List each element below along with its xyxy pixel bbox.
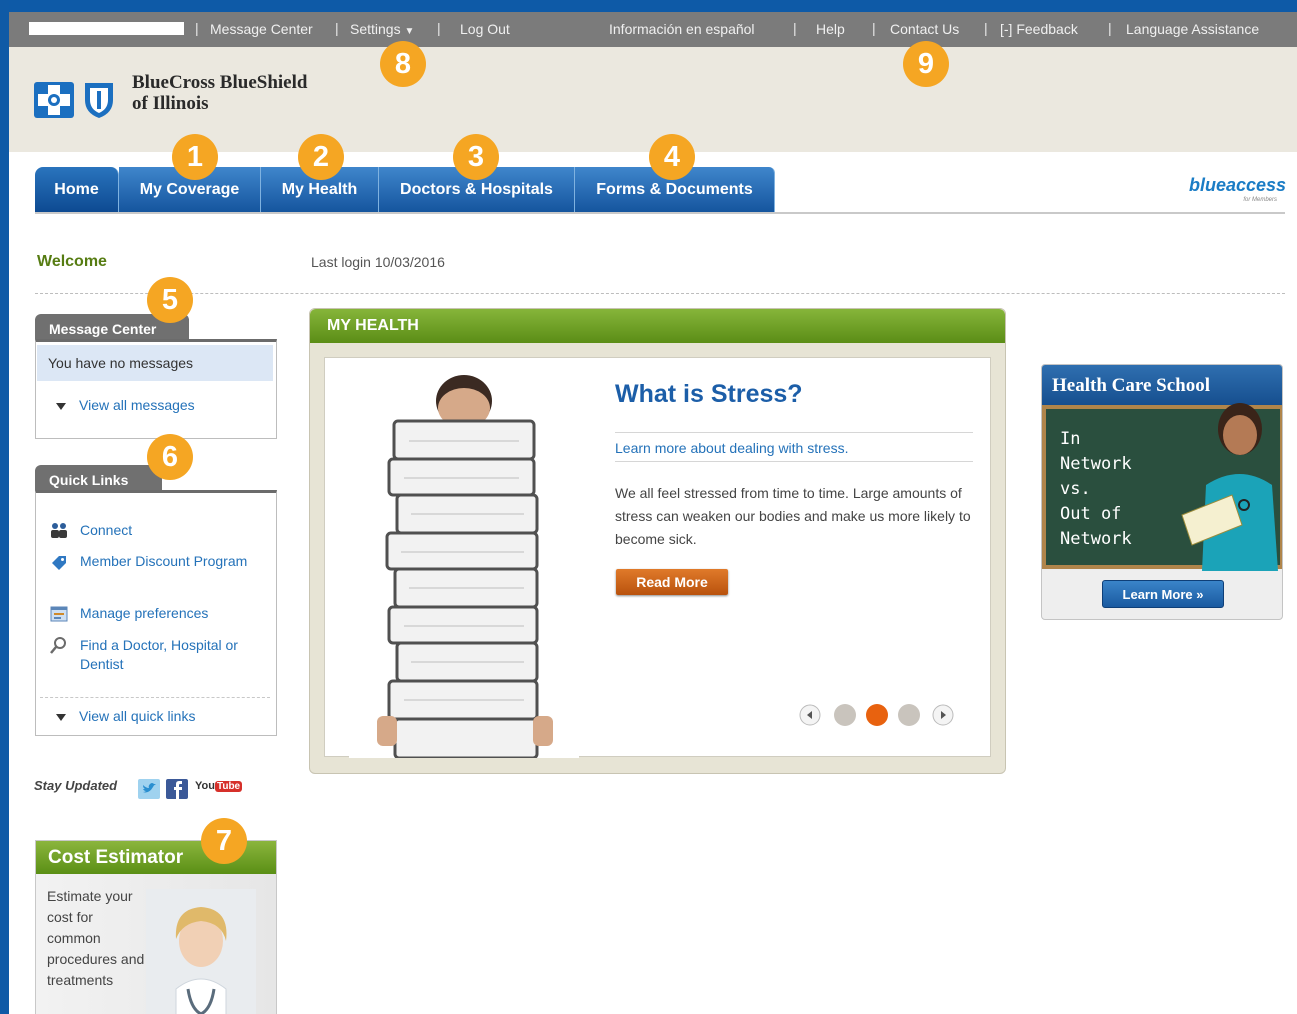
divider [35,293,1285,294]
divider [615,432,973,433]
callout-badge: 8 [380,41,426,87]
quick-link-manage-preferences[interactable]: Manage preferences [80,604,270,623]
carousel-dot[interactable] [834,704,856,726]
carousel-dot-active[interactable] [866,704,888,726]
carousel-next-icon[interactable] [932,704,954,726]
nurse-photo [1181,403,1278,571]
caret-down-icon: ▼ [404,26,415,37]
welcome-heading: Welcome [37,253,107,270]
youtube-icon[interactable]: You Tube [195,780,243,798]
language-assistance-link[interactable]: Language Assistance [1126,21,1259,37]
people-icon [51,523,67,538]
log-out-link[interactable]: Log Out [460,21,510,37]
my-health-carousel: What is Stress? Learn more about dealing… [324,357,991,758]
read-more-button[interactable]: Read More [616,569,728,595]
view-all-quick-links-link[interactable]: View all quick links [56,708,195,724]
utility-bar: | Message Center | Settings ▼ | Log Out … [9,12,1297,47]
callout-badge: 3 [453,134,499,180]
quick-link-member-discount[interactable]: Member Discount Program [80,552,270,571]
divider [40,697,270,698]
cost-estimator-card[interactable]: Cost Estimator Estimate your cost for co… [35,840,277,1014]
page: | Message Center | Settings ▼ | Log Out … [9,12,1297,1014]
cost-estimator-text: Estimate your cost for common procedures… [47,888,145,988]
callout-badge: 9 [903,41,949,87]
blue-cross-logo-icon[interactable] [34,82,74,118]
stay-updated-label: Stay Updated [34,778,118,793]
learn-more-stress-link[interactable]: Learn more about dealing with stress. [615,440,848,456]
callout-badge: 2 [298,134,344,180]
blue-shield-logo-icon[interactable] [82,80,116,120]
carousel-dot[interactable] [898,704,920,726]
quick-link-connect[interactable]: Connect [80,521,270,540]
window-frame [0,0,9,1014]
callout-badge: 5 [147,277,193,323]
quick-links-panel: Connect Member Discount Program Manage p… [35,490,277,736]
tag-icon [52,556,66,570]
callout-badge: 1 [172,134,218,180]
blueaccess-logo: blueaccess for Members [1189,175,1287,203]
chalkboard-text: In Network vs. Out of Network [1060,429,1132,549]
tab-home[interactable]: Home [35,167,119,212]
settings-link[interactable]: Settings ▼ [350,21,414,37]
my-health-header: MY HEALTH [310,309,1005,343]
feedback-link[interactable]: [-] Feedback [1000,21,1078,37]
article-title[interactable]: What is Stress? [615,380,803,409]
brand-name[interactable]: BlueCross BlueShield of Illinois [132,72,307,114]
learn-more-button[interactable]: Learn More » [1102,580,1224,608]
callout-badge: 6 [147,434,193,480]
magnifier-icon [50,637,66,654]
quick-links-tab: Quick Links [35,465,162,493]
carousel-prev-icon[interactable] [799,704,821,726]
triangle-down-icon [56,402,66,410]
quick-link-find-doctor[interactable]: Find a Doctor, Hospital or Dentist [80,636,270,674]
facebook-icon[interactable] [166,779,188,799]
settings-window-icon [50,606,68,622]
callout-badge: 4 [649,134,695,180]
binders-stack-photo [349,366,579,758]
divider [615,461,973,462]
callout-badge: 7 [201,818,247,864]
spanish-link[interactable]: Información en español [609,21,755,37]
no-messages-text: You have no messages [37,345,273,381]
nav-underline [35,212,1285,214]
cost-estimator-body: Estimate your cost for common procedures… [36,874,276,1014]
last-login-text: Last login 10/03/2016 [311,254,445,270]
triangle-down-icon [56,713,66,721]
health-care-school-card[interactable]: Health Care School In Network vs. Out of… [1041,364,1283,620]
doctor-photo [146,889,256,1014]
help-link[interactable]: Help [816,21,845,37]
view-all-messages-link[interactable]: View all messages [56,397,195,413]
message-center-link[interactable]: Message Center [210,21,313,37]
message-center-panel: You have no messages View all messages [35,339,277,439]
twitter-icon[interactable] [138,779,160,799]
contact-us-link[interactable]: Contact Us [890,21,959,37]
username-box [29,22,184,35]
article-body: We all feel stressed from time to time. … [615,485,971,547]
my-health-panel: MY HEALTH What is Stress? Learn more abo… [309,308,1006,774]
